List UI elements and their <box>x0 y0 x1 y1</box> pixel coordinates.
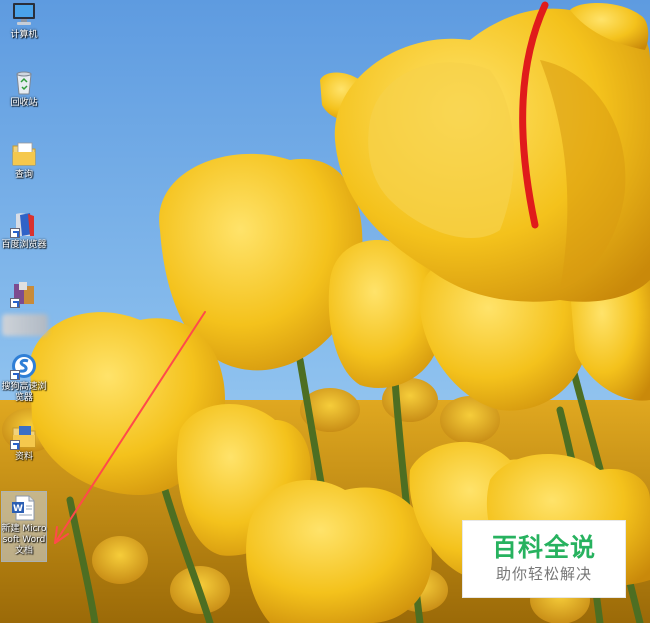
svg-text:W: W <box>13 504 23 514</box>
sogou-browser-icon <box>10 352 38 380</box>
computer-icon <box>10 0 38 28</box>
desktop-icon-computer[interactable]: 计算机 <box>2 0 46 41</box>
baidu-browser-icon <box>10 210 38 238</box>
word-document-icon: W <box>10 494 38 522</box>
icon-label: 计算机 <box>10 30 38 40</box>
shortcut-arrow-icon <box>10 298 20 308</box>
icon-label: 新建 Microsoft Word 文档 <box>1 524 47 556</box>
watermark-title: 百科全说 <box>491 533 596 562</box>
icon-label: 资料 <box>14 452 33 462</box>
icon-label: 搜狗高速浏览器 <box>1 382 47 403</box>
app-shortcut-icon <box>10 280 38 308</box>
folder-shortcut-icon <box>10 422 38 450</box>
desktop-icon-recycle-bin[interactable]: 回收站 <box>2 68 46 109</box>
watermark-subtitle: 助你轻松解决 <box>495 565 592 583</box>
blurred-label <box>2 314 48 336</box>
folder-icon <box>10 140 38 168</box>
icon-label: 百度浏览器 <box>1 240 47 250</box>
desktop-icon-baidu-browser[interactable]: 百度浏览器 <box>1 210 47 251</box>
shortcut-arrow-icon <box>10 370 20 380</box>
shortcut-arrow-icon <box>10 228 20 238</box>
icon-label: 回收站 <box>10 98 38 108</box>
shortcut-arrow-icon <box>10 440 20 450</box>
icon-label: 查询 <box>14 170 33 180</box>
desktop-icon-query-folder[interactable]: 查询 <box>2 140 46 181</box>
desktop-icon-new-word-document[interactable]: W 新建 Microsoft Word 文档 <box>1 491 47 562</box>
desktop-icon-sogou-browser[interactable]: 搜狗高速浏览器 <box>1 352 47 404</box>
watermark-logo: 百科全说 助你轻松解决 <box>462 520 626 598</box>
desktop-icon-app-shortcut[interactable] <box>2 280 46 310</box>
desktop-icon-materials[interactable]: 资料 <box>2 422 46 463</box>
recycle-bin-icon <box>10 68 38 96</box>
